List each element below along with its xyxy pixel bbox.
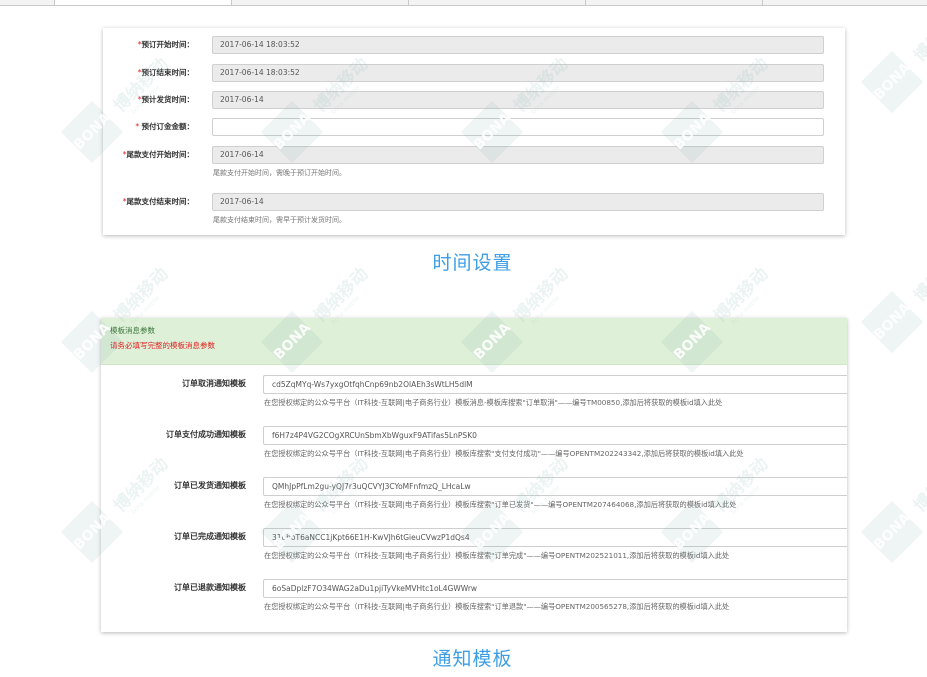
field-label: *预订结束时间：	[137, 68, 194, 77]
field-hint: 尾款支付结束时间，需早于预计发货时间。	[213, 216, 346, 224]
order-refunded-template-input[interactable]: 6oSaDplzF7O34WAG2aDu1pjiTyVkeMVHtc1oL4GW…	[263, 579, 847, 598]
field-label: 订单取消通知模板	[182, 379, 246, 388]
field-hint: 尾款支付开始时间，需晚于预订开始时间。	[213, 169, 346, 177]
field-hint: 在您授权绑定的公众号平台（IT科技-互联网|电子商务行业）模板库搜索"支付支付成…	[264, 449, 744, 458]
top-tab[interactable]	[585, 0, 763, 6]
field-label: *尾款支付结束时间：	[122, 197, 194, 206]
watermark-logo-icon: BONA	[860, 50, 924, 114]
field-hint: 在您授权绑定的公众号平台（IT科技-互联网|电子商务行业）模板消息-模板库搜索"…	[264, 398, 723, 407]
field-hint: 在您授权绑定的公众号平台（IT科技-互联网|电子商务行业）模板库搜索"订单已发货…	[264, 500, 737, 509]
balance-start-time-input[interactable]: 2017-06-14	[212, 146, 824, 164]
watermark-logo-icon: BONA	[860, 500, 924, 564]
template-notice-banner: 模板消息参数 请务必填写完整的模板消息参数	[101, 318, 847, 365]
notification-template-panel: 模板消息参数 请务必填写完整的模板消息参数 订单取消通知模板 cd5ZqMYq-…	[101, 318, 847, 632]
estimated-ship-time-input[interactable]: 2017-06-14	[212, 91, 824, 109]
notice-warning: 请务必填写完整的模板消息参数	[110, 341, 215, 350]
booking-end-time-input[interactable]: 2017-06-14 18:03:52	[212, 64, 824, 82]
notice-title: 模板消息参数	[110, 326, 155, 335]
field-label: * 预付订金金额：	[135, 122, 194, 131]
field-label: 订单支付成功通知模板	[166, 430, 246, 439]
time-settings-caption: 时间设置	[432, 252, 513, 274]
watermark-text: 博纳移动bona mobile	[910, 454, 927, 517]
watermark-text: 博纳移动bona mobile	[910, 4, 927, 67]
top-tab[interactable]	[762, 0, 927, 6]
order-cancel-template-input[interactable]: cd5ZqMYq-Ws7yxgOtfqhCnp69nb2OlAEh3sWtLH5…	[263, 375, 847, 394]
deposit-amount-input[interactable]	[212, 118, 824, 136]
balance-end-time-input[interactable]: 2017-06-14	[212, 193, 824, 211]
field-label: *预订开始时间：	[137, 40, 194, 49]
order-shipped-template-input[interactable]: QMhJpPfLm2gu-yQJ7r3uQCVYJ3CYoMFnfmzQ_LHc…	[263, 477, 847, 496]
field-label: 订单已发货通知模板	[174, 481, 246, 490]
field-label: 订单已完成通知模板	[174, 532, 246, 541]
field-label: *预计发货时间：	[137, 95, 194, 104]
field-hint: 在您授权绑定的公众号平台（IT科技-互联网|电子商务行业）模板库搜索"订单完成"…	[264, 551, 730, 560]
top-tab[interactable]	[231, 0, 409, 6]
field-label: *尾款支付开始时间：	[122, 150, 194, 159]
field-hint: 在您授权绑定的公众号平台（IT科技-互联网|电子商务行业）模板库搜索"订单退款"…	[264, 602, 730, 611]
notification-template-caption: 通知模板	[432, 648, 513, 670]
top-tab-strip	[0, 0, 927, 6]
payment-success-template-input[interactable]: f6H7z4P4VG2COgXRCUnSbmXbWguxF9ATifas5LnP…	[263, 426, 847, 445]
field-label: 订单已退款通知模板	[174, 583, 246, 592]
top-tab[interactable]	[0, 0, 55, 6]
top-tab[interactable]	[408, 0, 586, 6]
watermark-logo-icon: BONA	[860, 290, 924, 354]
booking-start-time-input[interactable]: 2017-06-14 18:03:52	[212, 36, 824, 54]
time-settings-panel: *预订开始时间： 2017-06-14 18:03:52 *预订结束时间： 20…	[103, 28, 845, 235]
order-completed-template-input[interactable]: 31oboT6aNCC1jKpt66E1H-KwVJh6tGieuCVwzP1d…	[263, 528, 847, 547]
